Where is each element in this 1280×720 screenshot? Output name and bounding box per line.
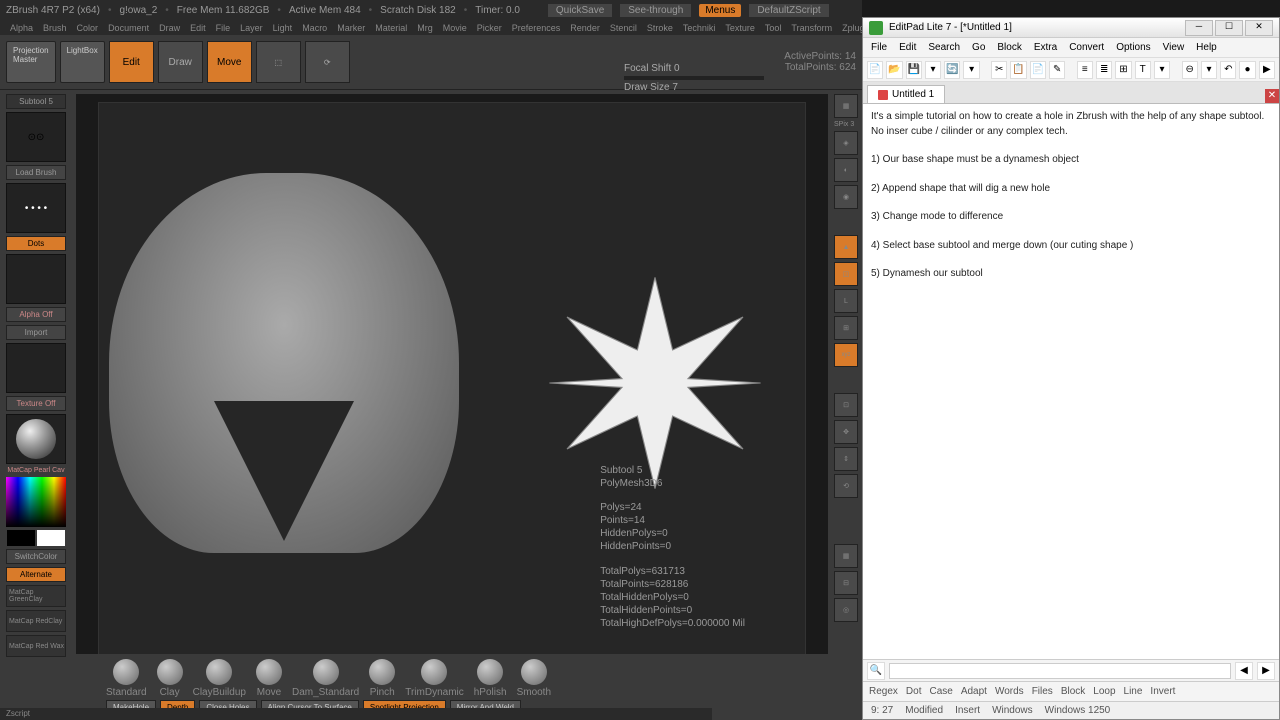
maximize-icon[interactable]: ☐ xyxy=(1215,20,1243,36)
star-subtool[interactable] xyxy=(545,273,765,493)
zscript-bar: Zscript xyxy=(0,708,712,720)
load-brush-button[interactable]: Load Brush xyxy=(6,165,66,180)
xyz-button[interactable]: xyz xyxy=(834,343,858,367)
import-button[interactable]: Import xyxy=(6,325,66,340)
new-icon[interactable]: 📄 xyxy=(867,61,883,79)
color-picker[interactable] xyxy=(6,477,66,527)
brush-trimdynamic[interactable]: TrimDynamic xyxy=(405,659,464,698)
zbrush-menubar: AlphaBrushColorDocumentDrawEditFileLayer… xyxy=(0,20,862,35)
search-input[interactable] xyxy=(889,663,1231,679)
open-icon[interactable]: 📂 xyxy=(886,61,902,79)
switch-color-button[interactable]: SwitchColor xyxy=(6,549,66,564)
brush-clay[interactable]: Clay xyxy=(157,659,183,698)
rotate-button[interactable]: ⟳ xyxy=(305,41,350,83)
left-tray: Subtool 5 ⊙⊙ Load Brush • • • • Dots Alp… xyxy=(0,90,72,720)
scale-button[interactable]: ⬚ xyxy=(256,41,301,83)
draw-mode-button[interactable]: Draw xyxy=(158,41,203,83)
brush-pinch[interactable]: Pinch xyxy=(369,659,395,698)
cut-icon[interactable]: ✂ xyxy=(991,61,1007,79)
focal-shift-slider[interactable]: Focal Shift 0 xyxy=(624,63,764,74)
editor-textarea[interactable]: It's a simple tutorial on how to create … xyxy=(863,104,1279,659)
texture-slot[interactable] xyxy=(6,343,66,393)
stroke-dots[interactable]: Dots xyxy=(6,236,66,251)
close-icon[interactable]: ✕ xyxy=(1245,20,1273,36)
right-shelf: ▦ SPix 3 ◈ ◐ ◉ ▲ ◫ L ⊞ xyz ⊡ ✥ ⇕ ⟲ ▦ ⊟ ◎ xyxy=(832,90,862,720)
local-button[interactable]: L xyxy=(834,289,858,313)
minimize-icon[interactable]: ─ xyxy=(1185,20,1213,36)
bpr-button[interactable]: ▦ xyxy=(834,94,858,118)
lightbox-button[interactable]: LightBox xyxy=(60,41,105,83)
search-bar: 🔍 ◀ ▶ xyxy=(863,659,1279,681)
file-icon xyxy=(878,90,888,100)
scale-view-button[interactable]: ⇕ xyxy=(834,447,858,471)
edit-mode-button[interactable]: Edit xyxy=(109,41,154,83)
editor-tab[interactable]: Untitled 1 xyxy=(867,85,945,103)
rotate-view-button[interactable]: ⟲ xyxy=(834,474,858,498)
statusbar: 9: 27 Modified Insert Windows Windows 12… xyxy=(863,701,1279,719)
subtool-indicator: Subtool 5 xyxy=(6,94,66,109)
brush-damstandard[interactable]: Dam_Standard xyxy=(292,659,359,698)
move-mode-button[interactable]: Move xyxy=(207,41,252,83)
editpad-toolbar: 📄 📂 💾 ▾ 🔄 ▾ ✂ 📋 📄 ✎ ≡ ≣ ⊞ T ▾ ⊖ ▾ ↶ ● ▶ xyxy=(863,58,1279,82)
brush-move[interactable]: Move xyxy=(256,659,282,698)
brush-claybuildup[interactable]: ClayBuildup xyxy=(193,659,246,698)
mesh-info-overlay: Subtool 5 PolyMesh3D6 Polys=24 Points=14… xyxy=(600,464,745,630)
search-icon[interactable]: 🔍 xyxy=(867,662,885,680)
editpad-menubar: FileEditSearchGoBlockExtraConvertOptions… xyxy=(863,38,1279,58)
close-tab-icon[interactable]: ✕ xyxy=(1265,89,1279,103)
save-icon[interactable]: 💾 xyxy=(906,61,922,79)
transpose-icon[interactable]: ⊙⊙ xyxy=(6,112,66,162)
floor-button[interactable]: ◫ xyxy=(834,262,858,286)
persp-button[interactable]: ▲ xyxy=(834,235,858,259)
copy-icon[interactable]: 📋 xyxy=(1010,61,1026,79)
editpad-titlebar[interactable]: EditPad Lite 7 - [*Untitled 1] ─ ☐ ✕ xyxy=(863,18,1279,38)
frame-button[interactable]: ⊡ xyxy=(834,393,858,417)
zbrush-toolbar: Projection Master LightBox Edit Draw Mov… xyxy=(0,35,862,90)
brush-hpolish[interactable]: hPolish xyxy=(474,659,507,698)
brush-preview[interactable]: • • • • xyxy=(6,183,66,233)
brush-smooth[interactable]: Smooth xyxy=(517,659,551,698)
editpad-window: EditPad Lite 7 - [*Untitled 1] ─ ☐ ✕ Fil… xyxy=(862,17,1280,720)
viewport[interactable]: Subtool 5 PolyMesh3D6 Polys=24 Points=14… xyxy=(76,94,828,716)
zbrush-titlebar: ZBrush 4R7 P2 (x64)• g!owa_2• Free Mem 1… xyxy=(0,0,862,20)
editpad-app-icon xyxy=(869,21,883,35)
paste-icon[interactable]: 📄 xyxy=(1030,61,1046,79)
projection-master-button[interactable]: Projection Master xyxy=(6,41,56,83)
seethrough-button[interactable]: See-through xyxy=(620,4,691,17)
draw-size-slider[interactable]: Draw Size 7 xyxy=(624,82,764,93)
quicksave-button[interactable]: QuickSave xyxy=(548,4,612,17)
alpha-slot[interactable] xyxy=(6,254,66,304)
move-view-button[interactable]: ✥ xyxy=(834,420,858,444)
alternate-button[interactable]: Alternate xyxy=(6,567,66,582)
menus-toggle[interactable]: Menus xyxy=(699,4,741,17)
brush-standard[interactable]: Standard xyxy=(106,659,147,698)
material-preview[interactable] xyxy=(6,414,66,464)
